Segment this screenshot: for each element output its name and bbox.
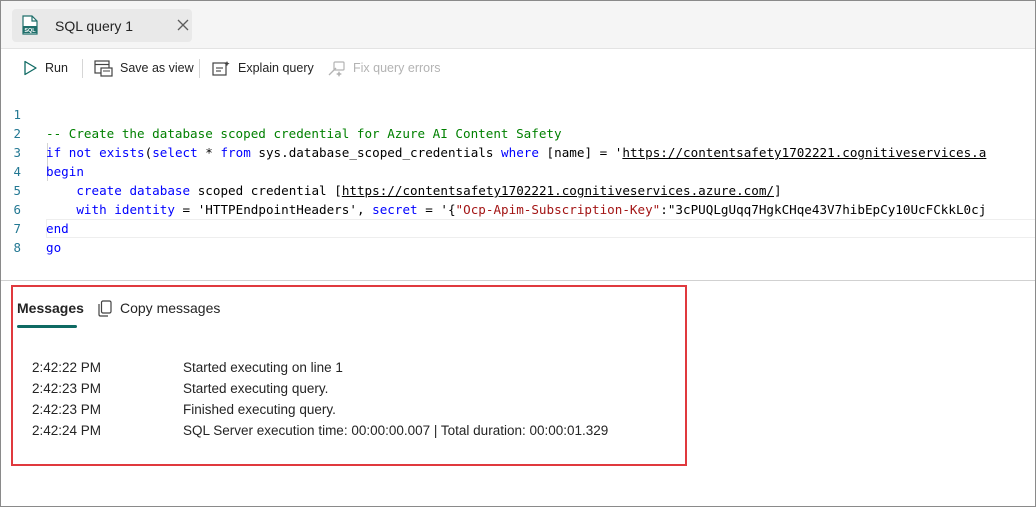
explain-query-button[interactable]: Explain query bbox=[212, 57, 314, 79]
run-label: Run bbox=[45, 61, 68, 75]
toolbar-divider bbox=[199, 59, 200, 78]
code-line: 5 with identity = 'HTTPEndpointHeaders',… bbox=[1, 162, 1035, 217]
messages-panel: Messages Copy messages 2:42:22 PM Starte… bbox=[11, 285, 687, 466]
explain-query-icon bbox=[212, 60, 230, 76]
close-icon[interactable] bbox=[175, 17, 191, 33]
code-line: 3 begin bbox=[1, 124, 1035, 179]
copy-messages-button[interactable]: Copy messages bbox=[98, 298, 220, 318]
code-line: 2 if not exists(select * from sys.databa… bbox=[1, 105, 1035, 160]
code-line: 6 end bbox=[1, 181, 1035, 236]
play-icon bbox=[24, 60, 37, 76]
fix-query-errors-button[interactable]: Fix query errors bbox=[327, 57, 441, 79]
code-text: go bbox=[46, 240, 62, 255]
panel-splitter[interactable] bbox=[1, 280, 1035, 281]
code-editor[interactable]: 1 -- Create the database scoped credenti… bbox=[1, 86, 1035, 280]
fix-query-errors-label: Fix query errors bbox=[353, 61, 441, 75]
copy-icon bbox=[98, 299, 112, 317]
save-as-view-icon bbox=[94, 59, 113, 77]
code-line: 7 go bbox=[1, 200, 1035, 255]
code-line: 4 create database scoped credential [htt… bbox=[1, 143, 1035, 198]
toolbar-divider bbox=[82, 59, 83, 78]
fix-query-errors-icon bbox=[328, 60, 345, 77]
query-toolbar: Run Save as view Explain query Fix query… bbox=[1, 50, 1035, 86]
explain-query-label: Explain query bbox=[238, 61, 314, 75]
code-line: 8 bbox=[1, 219, 1035, 255]
message-text: Started executing query. bbox=[183, 381, 329, 396]
query-editor-window: SQL SQL query 1 Run Save as view Explain… bbox=[0, 0, 1036, 507]
tab-strip: SQL SQL query 1 bbox=[1, 1, 1035, 49]
run-button[interactable]: Run bbox=[23, 57, 68, 79]
message-time: 2:42:22 PM bbox=[32, 360, 102, 375]
active-tab-indicator bbox=[17, 325, 77, 328]
svg-text:SQL: SQL bbox=[24, 28, 36, 34]
message-text: Finished executing query. bbox=[183, 402, 336, 417]
line-number: 8 bbox=[13, 240, 21, 255]
copy-messages-label: Copy messages bbox=[120, 300, 221, 316]
message-time: 2:42:23 PM bbox=[32, 402, 102, 417]
tab-messages[interactable]: Messages bbox=[17, 300, 84, 316]
code-line: 1 -- Create the database scoped credenti… bbox=[1, 86, 1035, 141]
sql-file-icon: SQL bbox=[22, 15, 38, 35]
message-text: Started executing on line 1 bbox=[183, 360, 343, 375]
message-time: 2:42:23 PM bbox=[32, 381, 102, 396]
save-as-view-button[interactable]: Save as view bbox=[94, 57, 194, 79]
tab-sql-query-1[interactable]: SQL SQL query 1 bbox=[12, 9, 192, 42]
tab-title: SQL query 1 bbox=[55, 18, 134, 34]
save-as-view-label: Save as view bbox=[120, 61, 194, 75]
message-time: 2:42:24 PM bbox=[32, 423, 102, 438]
message-text: SQL Server execution time: 00:00:00.007 … bbox=[183, 423, 609, 438]
